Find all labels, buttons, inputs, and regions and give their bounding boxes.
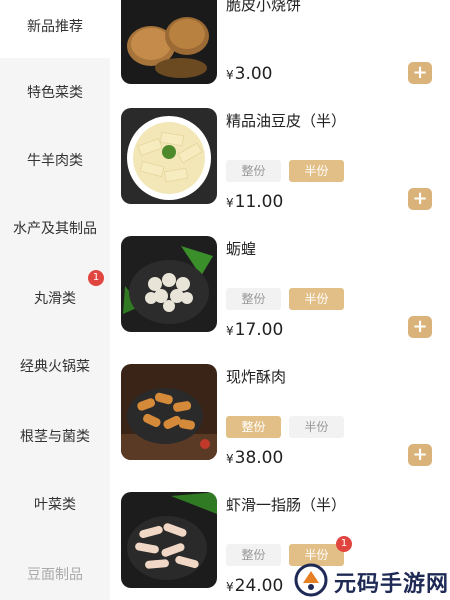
add-to-cart-button[interactable]: + xyxy=(408,188,432,210)
watermark: 元码手游网 xyxy=(294,562,448,598)
category-label: 丸滑类 xyxy=(34,291,76,307)
price-value: 3.00 xyxy=(234,64,273,84)
portion-option-full[interactable]: 整份 xyxy=(226,416,281,438)
dish-price: ¥11.00 xyxy=(226,192,283,212)
category-item-seafood[interactable]: 水产及其制品 xyxy=(0,218,110,238)
dish-name: 虾滑一指肠（半） xyxy=(226,496,347,514)
dish-name: 脆皮小烧饼 xyxy=(226,0,302,14)
category-item-classic[interactable]: 经典火锅菜 xyxy=(0,356,110,376)
dish-name: 蛎蝗 xyxy=(226,240,257,258)
dish-price: ¥3.00 xyxy=(226,64,273,84)
category-label: 新品推荐 xyxy=(27,19,83,35)
category-label: 牛羊肉类 xyxy=(27,153,83,169)
option-count-badge: 1 xyxy=(336,536,352,552)
category-item-tofu[interactable]: 豆面制品 xyxy=(0,564,110,584)
dish-name: 现炸酥肉 xyxy=(226,368,287,386)
price-value: 17.00 xyxy=(234,320,284,340)
dish-name: 精品油豆皮（半） xyxy=(226,112,347,130)
category-item-beef-lamb[interactable]: 牛羊肉类 xyxy=(0,150,110,170)
currency-symbol: ¥ xyxy=(226,68,234,82)
currency-symbol: ¥ xyxy=(226,452,234,466)
category-item-new[interactable]: 新品推荐 xyxy=(0,0,110,58)
price-value: 11.00 xyxy=(234,192,284,212)
category-item-balls[interactable]: 丸滑类 xyxy=(0,288,110,308)
currency-symbol: ¥ xyxy=(226,324,234,338)
dish-item: 现炸酥肉 整份 半份 ¥38.00 + xyxy=(110,364,450,492)
currency-symbol: ¥ xyxy=(226,196,234,210)
category-label: 特色菜类 xyxy=(27,85,83,101)
dish-image xyxy=(121,492,217,588)
dish-price: ¥17.00 xyxy=(226,320,283,340)
add-to-cart-button[interactable]: + xyxy=(408,316,432,338)
price-value: 24.00 xyxy=(234,576,284,596)
portion-option-full[interactable]: 整份 xyxy=(226,544,281,566)
category-item-special[interactable]: 特色菜类 xyxy=(0,82,110,102)
category-count-badge: 1 xyxy=(88,270,104,286)
category-label: 豆面制品 xyxy=(27,567,83,583)
dish-item: 精品油豆皮（半） 整份 半份 ¥11.00 + xyxy=(110,108,450,236)
category-label: 根茎与菌类 xyxy=(20,429,90,445)
dish-image xyxy=(121,364,217,460)
watermark-logo-icon xyxy=(294,563,328,597)
portion-option-full[interactable]: 整份 xyxy=(226,288,281,310)
add-to-cart-button[interactable]: + xyxy=(408,62,432,84)
price-value: 38.00 xyxy=(234,448,284,468)
category-item-roots[interactable]: 根茎与菌类 xyxy=(0,426,110,446)
add-to-cart-button[interactable]: + xyxy=(408,444,432,466)
portion-option-half[interactable]: 半份 xyxy=(289,160,344,182)
category-label: 叶菜类 xyxy=(34,497,76,513)
category-label: 经典火锅菜 xyxy=(20,359,90,375)
watermark-text: 元码手游网 xyxy=(334,572,450,597)
dish-item: 蛎蝗 整份 半份 ¥17.00 + xyxy=(110,236,450,364)
dish-price: ¥38.00 xyxy=(226,448,283,468)
dish-image xyxy=(121,108,217,204)
category-sidebar: 新品推荐 特色菜类 牛羊肉类 水产及其制品 丸滑类 经典火锅菜 根茎与菌类 叶菜… xyxy=(0,0,110,600)
portion-option-full[interactable]: 整份 xyxy=(226,160,281,182)
dish-item: 脆皮小烧饼 ¥3.00 + xyxy=(110,0,450,84)
dish-image xyxy=(121,236,217,332)
portion-option-half[interactable]: 半份 xyxy=(289,416,344,438)
dish-image xyxy=(121,0,217,84)
currency-symbol: ¥ xyxy=(226,580,234,594)
category-item-greens[interactable]: 叶菜类 xyxy=(0,494,110,514)
portion-option-half[interactable]: 半份 xyxy=(289,288,344,310)
dish-price: ¥24.00 xyxy=(226,576,283,596)
category-label: 水产及其制品 xyxy=(13,221,97,237)
